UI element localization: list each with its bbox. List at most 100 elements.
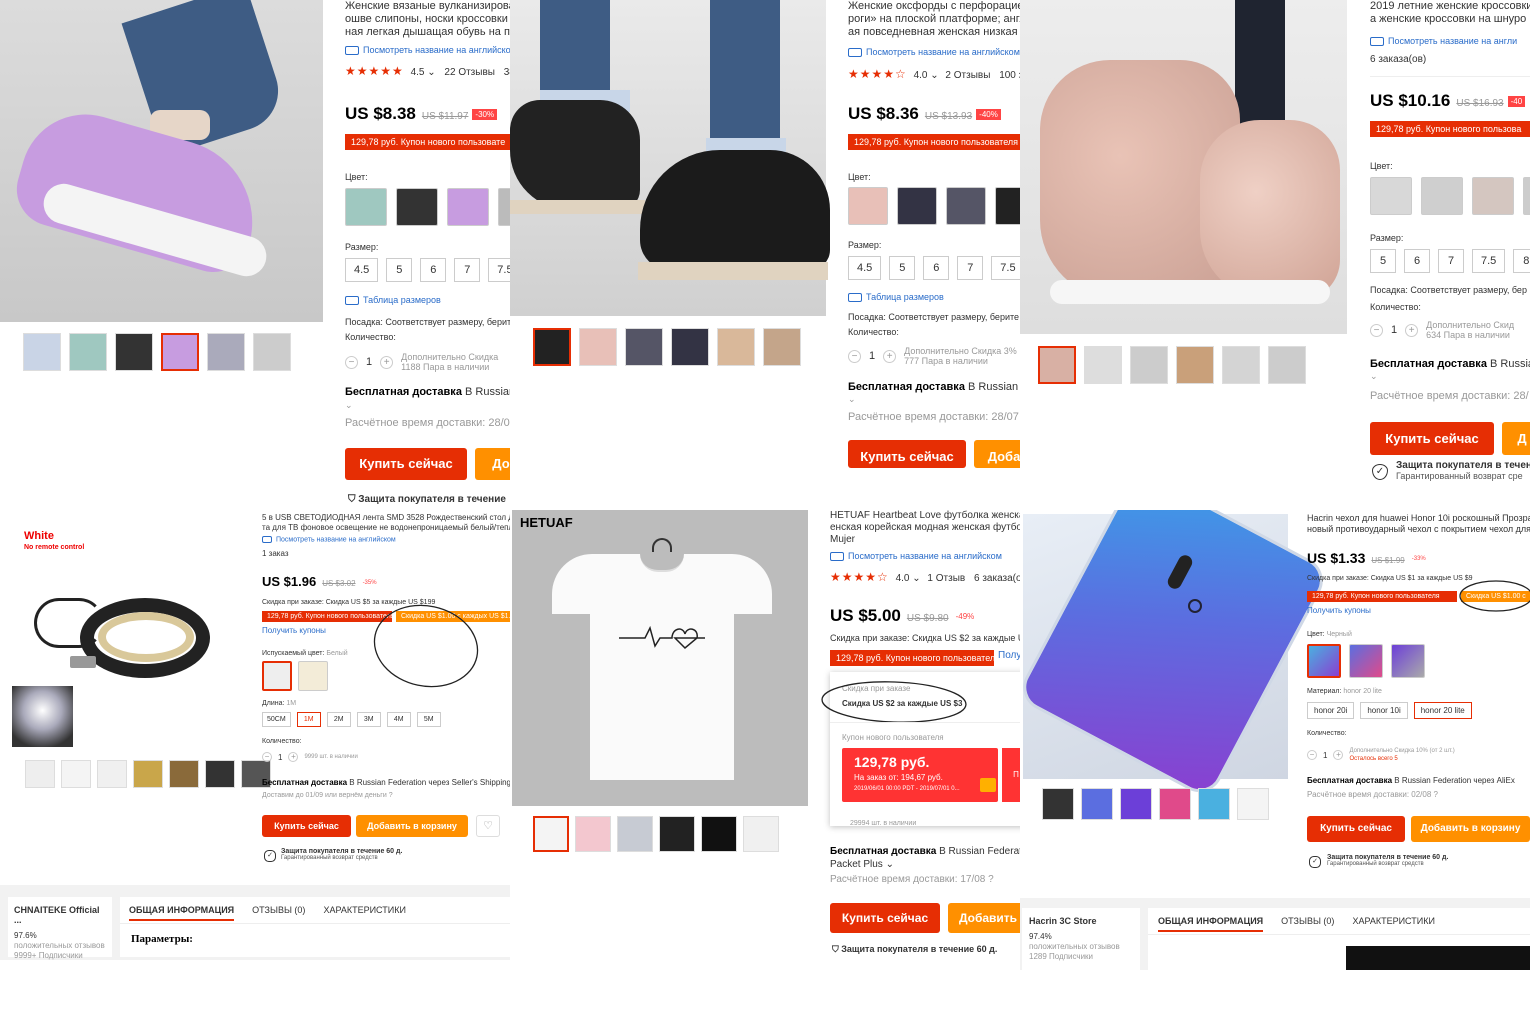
thumbnail[interactable] xyxy=(701,816,737,852)
thumbnail[interactable] xyxy=(69,333,107,371)
chevron-down-icon[interactable]: ⌄ xyxy=(1370,371,1378,382)
store-card[interactable]: CHNAITEKE Official ... 97.6% положительн… xyxy=(8,897,112,960)
color-swatch[interactable] xyxy=(946,187,986,225)
get-coupons-link[interactable]: Получить купоны xyxy=(262,626,326,635)
collect-coupon-button[interactable]: П xyxy=(1002,748,1020,802)
thumbnail[interactable] xyxy=(1084,346,1122,384)
thumbnail[interactable] xyxy=(207,333,245,371)
add-to-cart-button[interactable]: Добавить xyxy=(948,903,1020,933)
coupon-banner[interactable]: 129,78 руб. Купон нового пользовате xyxy=(345,134,510,150)
thumbnail[interactable] xyxy=(1081,788,1113,820)
size-option[interactable]: 4.5 xyxy=(345,258,379,282)
tab-general-info[interactable]: ОБЩАЯ ИНФОРМАЦИЯ xyxy=(129,905,235,921)
thumbnail[interactable] xyxy=(115,333,153,371)
translate-link[interactable]: Посмотреть название на английском xyxy=(830,551,1002,562)
translate-link[interactable]: Посмотреть название на английском xyxy=(848,47,1020,58)
help-icon[interactable]: ? xyxy=(988,874,994,885)
buy-now-button[interactable]: Купить сейчас xyxy=(1307,816,1405,842)
chevron-down-icon[interactable]: ⌄ xyxy=(345,400,353,411)
color-swatch-selected[interactable] xyxy=(262,661,292,691)
size-option[interactable]: 6 xyxy=(420,258,447,282)
thumbnail[interactable] xyxy=(133,760,163,788)
size-option[interactable]: 7 xyxy=(1438,249,1464,273)
length-option-selected[interactable]: 1M xyxy=(296,712,321,727)
material-option-selected[interactable]: honor 20 lite xyxy=(1413,702,1472,719)
quantity-stepper[interactable]: −1 + 9999 шт. в наличии xyxy=(262,752,358,762)
reviews-link[interactable]: 1 Отзыв xyxy=(927,573,965,584)
size-option[interactable]: 6 xyxy=(923,256,950,280)
coupon-banner[interactable]: 129,78 руб. Купон нового пользователя xyxy=(1307,591,1457,602)
plus-icon[interactable]: + xyxy=(1333,750,1344,760)
quantity-stepper[interactable]: −1 + Дополнительно Скидка 3% 777 Пара в на… xyxy=(848,346,1017,366)
quantity-value[interactable]: 1 xyxy=(366,356,372,368)
help-icon[interactable]: ? xyxy=(1434,790,1438,799)
size-option[interactable]: 4.5 xyxy=(848,256,882,280)
color-swatch[interactable] xyxy=(1391,644,1425,678)
thumbnail[interactable] xyxy=(61,760,91,788)
quantity-stepper[interactable]: −1 + Дополнительно Скидка 10% (от 2 шт.) О… xyxy=(1307,747,1455,763)
new-user-coupon[interactable]: 129,78 руб. На заказ от: 194,67 руб. 201… xyxy=(842,748,998,802)
quantity-stepper[interactable]: −1 + Дополнительно Скидка 1188 Пара в нали… xyxy=(345,352,498,372)
color-swatch[interactable] xyxy=(498,188,510,226)
thumbnail[interactable] xyxy=(97,760,127,788)
plus-icon[interactable]: + xyxy=(883,349,897,363)
length-option[interactable]: 5M xyxy=(416,712,441,727)
thumbnail[interactable] xyxy=(579,328,617,366)
color-swatch[interactable] xyxy=(1421,177,1463,215)
thumbnail[interactable] xyxy=(1176,346,1214,384)
size-table-link[interactable]: Таблица размеров xyxy=(848,292,944,303)
plus-icon[interactable]: + xyxy=(380,355,394,369)
tab-general-info[interactable]: ОБЩАЯ ИНФОРМАЦИЯ xyxy=(1158,916,1264,932)
size-option[interactable]: 5 xyxy=(889,256,916,280)
thumbnail[interactable] xyxy=(1198,788,1230,820)
material-option[interactable]: honor 20i xyxy=(1307,702,1355,719)
get-coupons-link[interactable]: Полу xyxy=(998,650,1020,661)
translate-link[interactable]: Посмотреть название на англи xyxy=(1370,36,1517,47)
minus-icon[interactable]: − xyxy=(345,355,358,369)
thumbnail-selected[interactable] xyxy=(1038,346,1076,384)
size-option[interactable]: 7.5 xyxy=(991,256,1020,280)
thumbnail[interactable] xyxy=(1222,346,1260,384)
shipping-method[interactable]: Packet Plus ⌄ xyxy=(830,859,894,870)
quantity-value[interactable]: 1 xyxy=(869,350,875,362)
store-card[interactable]: Hacrin 3C Store 97.4% положительных отзы… xyxy=(1022,908,1140,970)
store-name[interactable]: Hacrin 3C Store xyxy=(1029,916,1133,926)
size-option[interactable]: 8 xyxy=(1513,249,1530,273)
color-swatch[interactable] xyxy=(447,188,489,226)
add-to-cart-button[interactable]: Добавить в корзину xyxy=(1411,816,1530,842)
thumbnail[interactable] xyxy=(717,328,755,366)
coupon-banner[interactable]: 129,78 руб. Купон нового пользователя xyxy=(848,134,1020,150)
minus-icon[interactable]: − xyxy=(1307,750,1317,760)
thumbnail[interactable] xyxy=(1159,788,1191,820)
color-swatch[interactable] xyxy=(995,187,1020,225)
size-option[interactable]: 7.5 xyxy=(1472,249,1506,273)
thumbnail[interactable] xyxy=(659,816,695,852)
buy-now-button[interactable]: Купить сейчас xyxy=(262,815,351,837)
thumbnail[interactable] xyxy=(169,760,199,788)
buy-now-button[interactable]: Купить сейчас xyxy=(1370,422,1494,455)
color-swatch[interactable] xyxy=(897,187,937,225)
length-option[interactable]: 4M xyxy=(386,712,411,727)
tab-reviews[interactable]: ОТЗЫВЫ (0) xyxy=(1281,916,1334,932)
length-option[interactable]: 2M xyxy=(326,712,351,727)
thumbnail[interactable] xyxy=(763,328,801,366)
thumbnail[interactable] xyxy=(625,328,663,366)
color-swatch[interactable] xyxy=(1349,644,1383,678)
color-swatch[interactable] xyxy=(1523,177,1530,215)
heart-icon[interactable]: ♡ xyxy=(476,815,500,837)
color-swatch[interactable] xyxy=(848,187,888,225)
size-option[interactable]: 5 xyxy=(386,258,413,282)
thumbnail[interactable] xyxy=(1130,346,1168,384)
thumbnail[interactable] xyxy=(1042,788,1074,820)
thumbnail[interactable] xyxy=(23,333,61,371)
size-option[interactable]: 6 xyxy=(1404,249,1430,273)
help-icon[interactable]: ? xyxy=(389,792,393,799)
tab-specs[interactable]: ХАРАКТЕРИСТИКИ xyxy=(323,905,406,921)
minus-icon[interactable]: − xyxy=(848,349,861,363)
coupon-banner[interactable]: 129,78 руб. Купон нового пользова xyxy=(1370,121,1530,137)
thumbnail-selected[interactable] xyxy=(533,816,569,852)
thumbnail[interactable] xyxy=(205,760,235,788)
minus-icon[interactable]: − xyxy=(1370,323,1383,337)
buy-now-button[interactable]: Купить сейчас xyxy=(345,448,467,480)
quantity-value[interactable]: 1 xyxy=(278,753,282,762)
